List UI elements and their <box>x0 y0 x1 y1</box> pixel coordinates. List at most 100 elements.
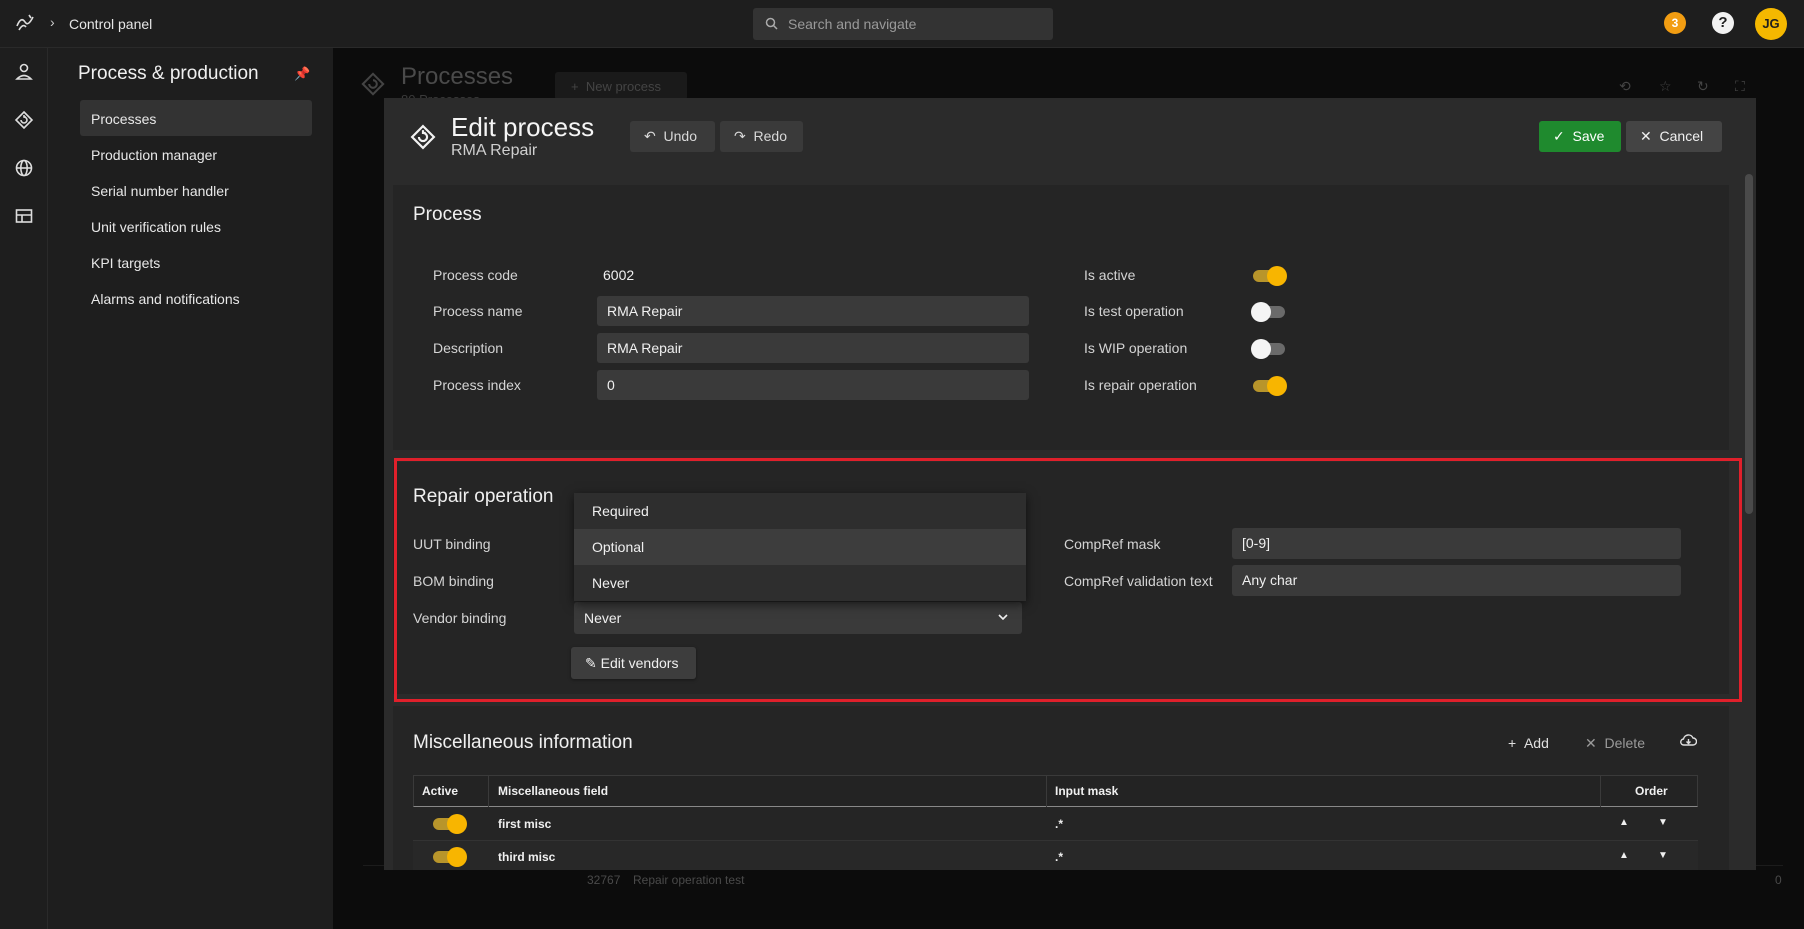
modal-subtitle: RMA Repair <box>451 142 538 159</box>
process-icon <box>359 70 387 103</box>
nav-item-alarms-notifications[interactable]: Alarms and notifications <box>80 280 312 316</box>
chevron-down-icon <box>998 614 1008 620</box>
fullscreen-icon[interactable]: ⛶ <box>1735 78 1745 95</box>
is-active-label: Is active <box>1084 267 1136 283</box>
globe-icon[interactable] <box>13 157 35 179</box>
row-active-toggle[interactable] <box>431 847 467 867</box>
is-active-toggle[interactable] <box>1251 266 1287 286</box>
modal-scrollbar[interactable] <box>1745 174 1753 514</box>
row-misc-field: third misc <box>498 850 556 864</box>
column-active: Active <box>422 784 459 798</box>
cancel-button[interactable]: ✕ Cancel <box>1626 121 1722 152</box>
process-index-label: Process index <box>433 377 521 393</box>
redo-icon: ↷ <box>734 128 746 144</box>
star-icon[interactable]: ☆ <box>1659 78 1672 95</box>
process-icon[interactable] <box>13 109 35 131</box>
process-name-input[interactable]: RMA Repair <box>597 296 1029 326</box>
arrow-down-icon[interactable]: ▼ <box>1658 850 1668 861</box>
edit-vendors-button[interactable]: ✎ Edit vendors <box>571 647 696 679</box>
table-row[interactable]: first misc .* ▲ ▼ <box>413 808 1698 841</box>
process-code-label: Process code <box>433 267 518 283</box>
close-icon: ✕ <box>1585 735 1597 751</box>
description-input[interactable]: RMA Repair <box>597 333 1029 363</box>
pencil-icon: ✎ <box>585 655 597 671</box>
save-label: Save <box>1572 128 1605 144</box>
vendor-binding-value: Never <box>584 610 622 626</box>
nav-title: Process & production <box>78 63 259 84</box>
option-required[interactable]: Required <box>574 493 1026 529</box>
undo-label: Undo <box>663 128 697 144</box>
add-label: Add <box>1523 735 1549 751</box>
compref-validation-text-label: CompRef validation text <box>1064 573 1213 589</box>
is-repair-operation-toggle[interactable] <box>1251 376 1287 396</box>
breadcrumb-control-panel[interactable]: Control panel <box>69 16 152 32</box>
cancel-label: Cancel <box>1659 128 1704 144</box>
history-icon[interactable]: ⟲ <box>1619 78 1631 95</box>
compref-validation-text-input[interactable]: Any char <box>1232 565 1681 596</box>
help-icon[interactable]: ? <box>1712 12 1734 34</box>
row-id: 32767 <box>587 873 621 887</box>
process-section-title: Process <box>413 204 482 225</box>
bg-page-title: Processes <box>401 63 514 90</box>
vendor-binding-select[interactable]: Never <box>574 602 1022 634</box>
row-active-toggle[interactable] <box>431 814 467 834</box>
search-placeholder: Search and navigate <box>788 16 917 32</box>
arrow-up-icon[interactable]: ▲ <box>1619 817 1629 828</box>
arrow-down-icon[interactable]: ▼ <box>1658 817 1668 828</box>
search-input[interactable]: Search and navigate <box>753 8 1053 40</box>
app-logo-icon[interactable] <box>14 12 36 34</box>
compref-mask-label: CompRef mask <box>1064 536 1161 552</box>
is-repair-operation-label: Is repair operation <box>1084 377 1197 393</box>
table-row[interactable]: third misc .* ▲ ▼ <box>413 841 1698 870</box>
undo-button[interactable]: ↶ Undo <box>630 121 715 152</box>
process-code-value: 6002 <box>603 267 635 283</box>
is-test-operation-toggle[interactable] <box>1251 302 1287 322</box>
delete-button[interactable]: ✕ Delete <box>1585 735 1645 752</box>
redo-button[interactable]: ↷ Redo <box>720 121 803 152</box>
nav-item-production-manager[interactable]: Production manager <box>80 136 312 172</box>
edit-vendors-label: Edit vendors <box>600 655 679 671</box>
process-name-label: Process name <box>433 303 523 319</box>
refresh-icon[interactable]: ↻ <box>1697 78 1709 95</box>
table-icon[interactable] <box>13 205 35 227</box>
bom-binding-label: BOM binding <box>413 573 494 589</box>
column-misc-field: Miscellaneous field <box>498 784 609 798</box>
nav-item-kpi-targets[interactable]: KPI targets <box>80 244 312 280</box>
arrow-up-icon[interactable]: ▲ <box>1619 850 1629 861</box>
column-order: Order <box>1635 784 1668 798</box>
row-input-mask: .* <box>1055 817 1064 831</box>
new-process-button[interactable]: + New process <box>555 72 687 100</box>
user-avatar[interactable]: JG <box>1755 8 1787 40</box>
process-icon <box>408 122 438 157</box>
binding-dropdown-menu: Required Optional Never <box>574 493 1026 601</box>
cloud-download-icon[interactable] <box>1680 733 1698 750</box>
column-separator <box>1600 776 1601 807</box>
pin-icon[interactable]: 📌 <box>294 66 310 82</box>
modal-title: Edit process <box>451 112 595 142</box>
notification-badge[interactable]: 3 <box>1664 12 1686 34</box>
nav-item-unit-verification-rules[interactable]: Unit verification rules <box>80 208 312 244</box>
row-misc-field: first misc <box>498 817 552 831</box>
nav-item-serial-number-handler[interactable]: Serial number handler <box>80 172 312 208</box>
undo-icon: ↶ <box>644 128 656 144</box>
add-button[interactable]: + Add <box>1508 735 1549 751</box>
compref-mask-input[interactable]: [0-9] <box>1232 528 1681 559</box>
repair-section-title: Repair operation <box>413 486 554 507</box>
column-separator <box>1046 776 1047 807</box>
is-wip-operation-toggle[interactable] <box>1251 339 1287 359</box>
option-optional[interactable]: Optional <box>574 529 1026 565</box>
user-icon[interactable] <box>13 61 35 83</box>
column-separator <box>488 776 489 807</box>
search-icon <box>765 17 778 30</box>
row-name: Repair operation test <box>633 873 745 887</box>
column-input-mask: Input mask <box>1055 784 1119 798</box>
row-count: 0 <box>1775 873 1782 887</box>
save-button[interactable]: ✓ Save <box>1539 121 1621 152</box>
process-section: Process Process code 6002 Process name R… <box>393 185 1729 450</box>
check-icon: ✓ <box>1553 128 1565 144</box>
process-index-input[interactable]: 0 <box>597 370 1029 400</box>
nav-item-processes[interactable]: Processes <box>80 100 312 136</box>
is-wip-operation-label: Is WIP operation <box>1084 340 1188 356</box>
option-never[interactable]: Never <box>574 565 1026 601</box>
misc-section-title: Miscellaneous information <box>413 732 633 753</box>
